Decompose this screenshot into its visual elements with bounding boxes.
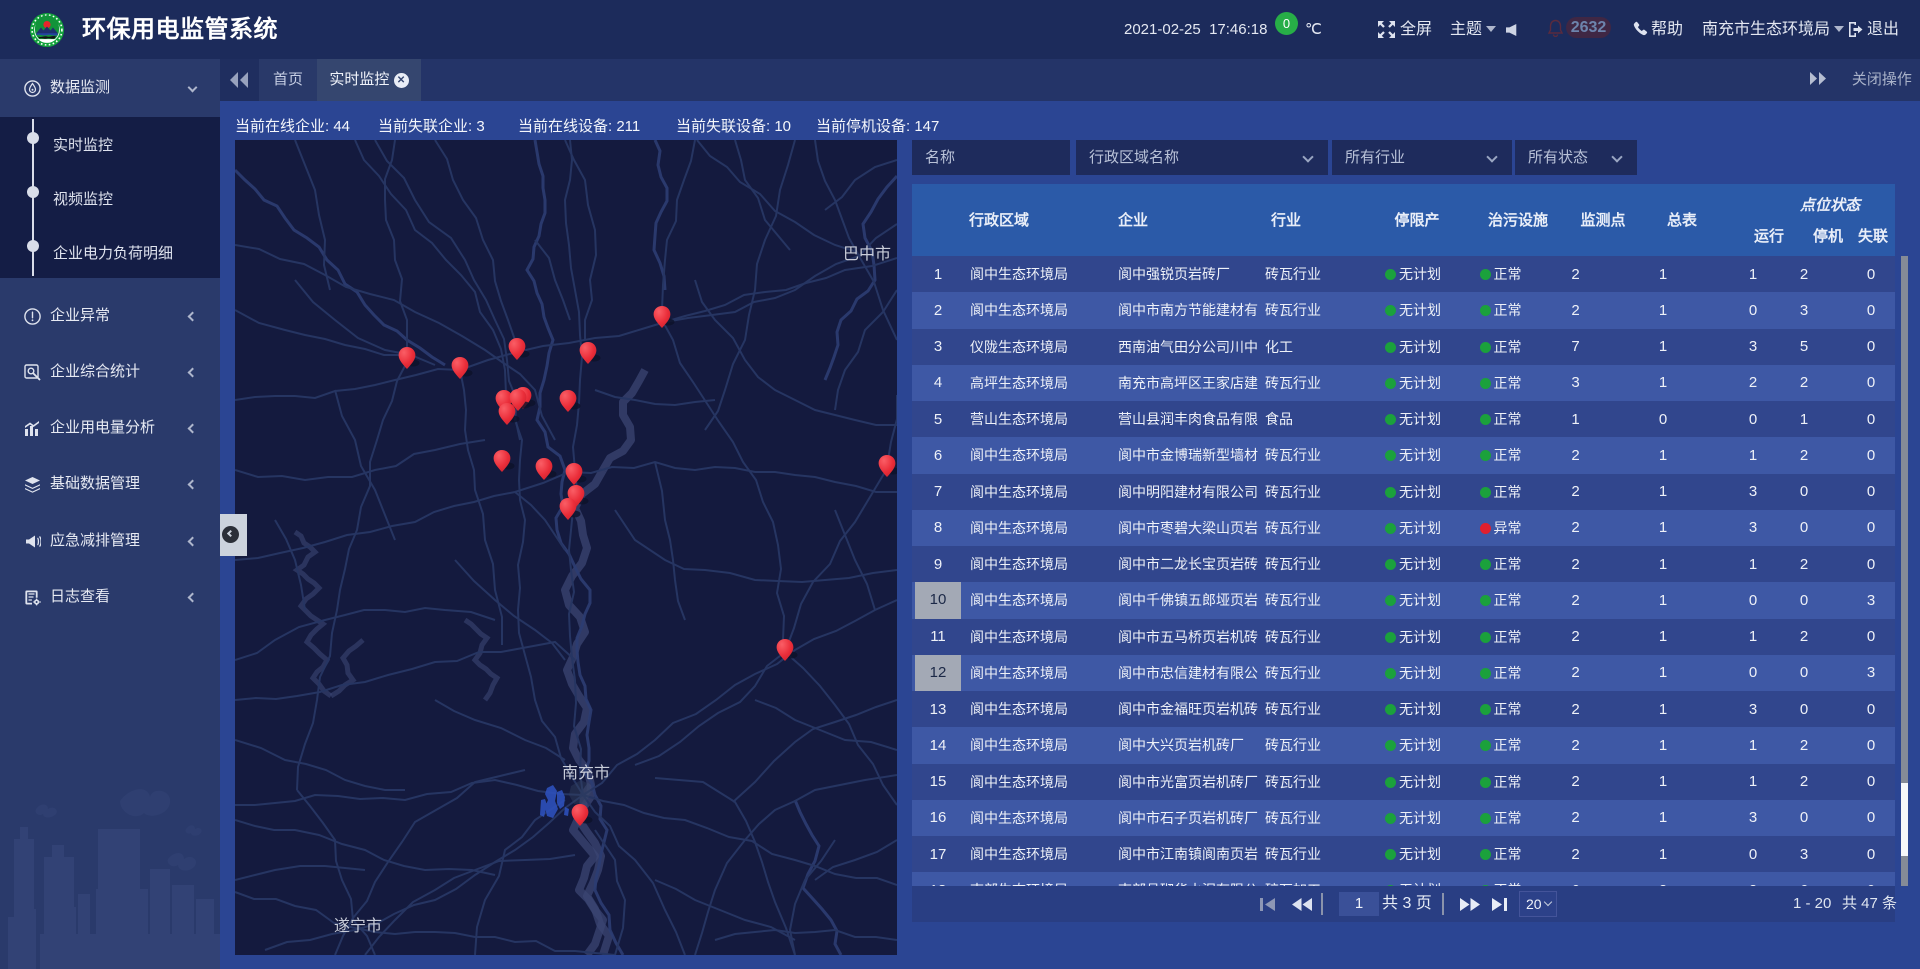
svg-text:南充市: 南充市 xyxy=(562,764,610,782)
svg-text:巴中市: 巴中市 xyxy=(843,245,891,263)
svg-text:遂宁市: 遂宁市 xyxy=(334,917,382,935)
